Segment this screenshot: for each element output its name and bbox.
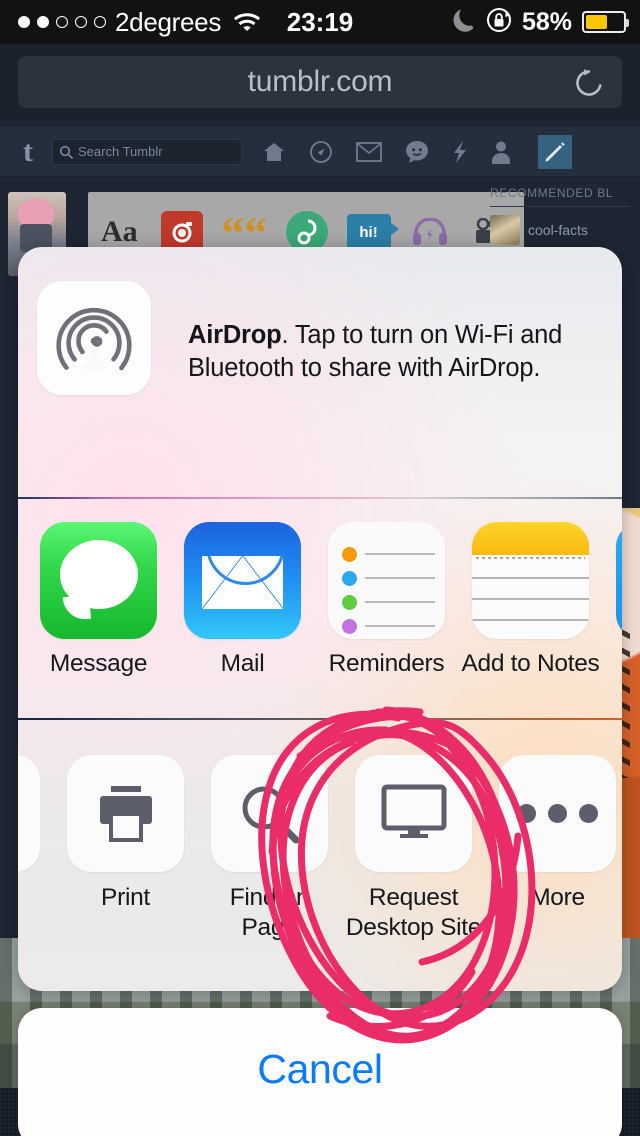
share-target-label: Add to Notes	[461, 650, 600, 677]
airdrop-message: AirDrop. Tap to turn on Wi-Fi and Blueto…	[188, 319, 568, 385]
browser-toolbar: tumblr.com	[0, 44, 640, 120]
share-sheet: AirDrop. Tap to turn on Wi-Fi and Blueto…	[18, 247, 622, 991]
battery-percent: 58%	[521, 7, 572, 36]
recommended-blog-row[interactable]: cool-facts	[490, 206, 630, 245]
tumblr-nav-icons	[262, 134, 572, 169]
compose-pencil-icon[interactable]	[538, 134, 572, 169]
chat-face-icon[interactable]	[405, 140, 429, 164]
search-input[interactable]: Search Tumblr	[52, 138, 242, 165]
safari-browser-screen: 2degrees 23:19 58% tumblr.com t Search T…	[0, 0, 640, 1136]
compass-icon[interactable]	[309, 140, 333, 164]
tumblr-logo[interactable]: t	[14, 135, 42, 169]
status-bar-right: 58%	[452, 0, 629, 44]
person-icon[interactable]	[491, 140, 511, 164]
printer-icon	[67, 755, 184, 872]
mail-icon[interactable]	[356, 141, 382, 162]
share-target-mail[interactable]: Mail	[184, 522, 301, 678]
action-label: Print	[101, 884, 150, 911]
desktop-monitor-icon	[355, 755, 472, 872]
status-bar: 2degrees 23:19 58%	[0, 0, 640, 44]
rotation-lock-icon	[486, 7, 512, 38]
url-text: tumblr.com	[247, 65, 393, 98]
battery-icon	[582, 11, 629, 33]
messages-app-icon	[40, 522, 157, 639]
share-target-label: Message	[49, 650, 148, 677]
search-icon	[59, 145, 73, 159]
action-bookmark[interactable]	[18, 755, 40, 872]
recommended-blog-name: cool-facts	[528, 222, 588, 238]
action-more[interactable]: More	[499, 755, 616, 913]
cancel-label: Cancel	[257, 1046, 383, 1092]
action-label: Request Desktop Site	[345, 884, 482, 941]
moon-icon	[452, 7, 476, 38]
share-target-partial[interactable]	[616, 522, 622, 639]
airdrop-title: AirDrop	[188, 321, 282, 349]
action-print[interactable]: Print	[67, 755, 184, 913]
url-input[interactable]: tumblr.com	[18, 56, 622, 108]
recommended-blogs-header: RECOMMENDED BL	[490, 186, 614, 200]
tumblr-nav-bar: t Search Tumblr	[0, 127, 640, 177]
airdrop-section[interactable]: AirDrop. Tap to turn on Wi-Fi and Blueto…	[18, 247, 622, 497]
reminders-app-icon	[328, 522, 445, 639]
notes-app-icon	[472, 522, 589, 639]
cancel-button[interactable]: Cancel	[18, 1008, 622, 1136]
lightning-icon[interactable]	[452, 140, 468, 164]
share-action-row: Print Find on Page Request Desktop Site …	[18, 720, 622, 991]
action-find-on-page[interactable]: Find on Page	[211, 755, 328, 943]
home-icon[interactable]	[262, 141, 286, 163]
airdrop-icon	[37, 281, 151, 395]
action-label: More	[530, 884, 585, 911]
share-target-label: Mail	[220, 650, 265, 677]
reload-icon[interactable]	[572, 66, 606, 105]
twitter-app-icon	[616, 522, 622, 639]
share-app-row: Message Mail Reminders Add to Notes	[18, 499, 622, 718]
bookmark-icon	[18, 755, 40, 872]
action-request-desktop-site[interactable]: Request Desktop Site	[346, 755, 481, 943]
share-target-label: Reminders	[328, 650, 445, 677]
avatar	[490, 215, 520, 245]
share-target-message[interactable]: Message	[40, 522, 157, 678]
share-target-reminders[interactable]: Reminders	[328, 522, 445, 678]
post-type-chat-icon[interactable]: hi!	[346, 214, 399, 250]
share-target-notes[interactable]: Add to Notes	[461, 522, 600, 678]
ellipsis-icon	[499, 755, 616, 872]
magnifier-icon	[211, 755, 328, 872]
mail-app-icon	[184, 522, 301, 639]
action-label: Find on Page	[229, 884, 310, 941]
search-placeholder: Search Tumblr	[78, 144, 163, 159]
